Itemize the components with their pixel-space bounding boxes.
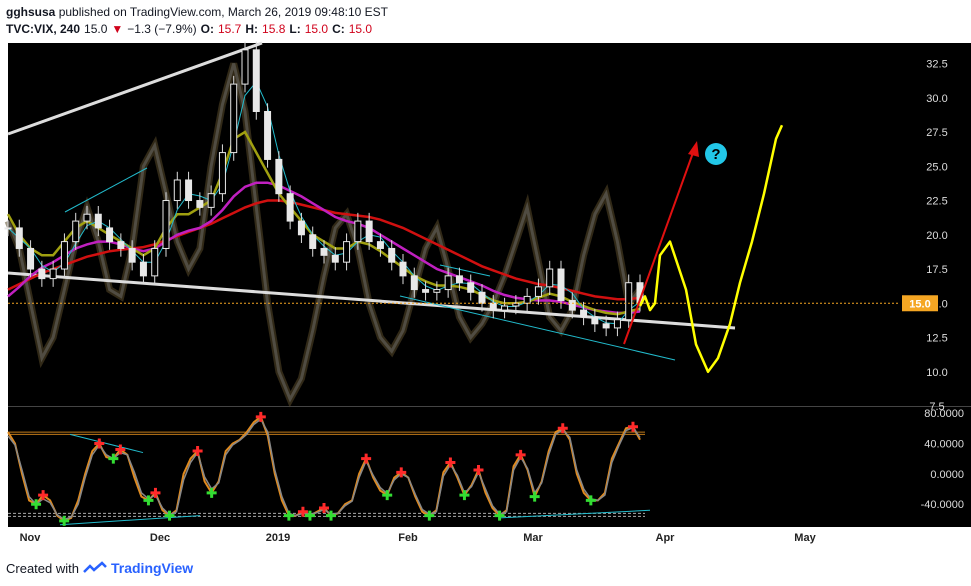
candle	[365, 220, 373, 243]
tradingview-brand[interactable]: TradingView	[111, 560, 193, 576]
time-tick-label: Feb	[398, 532, 418, 544]
question-mark-icon: ?	[711, 146, 720, 163]
oscillator-tick-label: 0.0000	[930, 469, 964, 481]
time-tick-label: Dec	[150, 532, 170, 544]
oscillator-tick-label: 80.0000	[924, 408, 964, 420]
candle	[151, 247, 159, 277]
candle	[320, 247, 328, 256]
oscillator-tick-label: -40.0000	[921, 499, 964, 511]
candle	[478, 291, 486, 304]
time-tick-label: May	[794, 532, 816, 544]
candle	[501, 305, 509, 311]
candle	[602, 323, 610, 329]
candle	[354, 220, 362, 243]
price-tick-label: 20.0	[926, 230, 947, 242]
candle	[343, 241, 351, 263]
candle	[196, 200, 204, 208]
candle	[185, 179, 193, 202]
candle	[230, 83, 238, 154]
candle	[399, 261, 407, 277]
price-tick-label: 25.0	[926, 161, 947, 173]
candle	[613, 319, 621, 329]
candle	[467, 282, 475, 293]
candle	[72, 220, 80, 243]
time-tick-label: 2019	[266, 532, 290, 544]
candle	[15, 227, 23, 249]
candle	[252, 49, 260, 112]
candle	[38, 268, 46, 280]
candle	[27, 247, 35, 270]
candle	[376, 241, 384, 249]
candle	[49, 268, 57, 280]
candle	[106, 227, 114, 243]
candle	[568, 300, 576, 311]
candle	[433, 289, 441, 293]
candle	[388, 247, 396, 263]
candle	[83, 213, 91, 222]
candle	[139, 261, 147, 277]
candle	[546, 268, 554, 288]
price-tick-label: 12.5	[926, 333, 947, 345]
candle	[444, 275, 452, 291]
candle	[207, 193, 215, 208]
created-with-label: Created with	[6, 560, 79, 576]
candle	[410, 275, 418, 291]
price-tick-label: 17.5	[926, 264, 947, 276]
price-tick-label: 22.5	[926, 196, 947, 208]
candle	[489, 302, 497, 311]
current-price-label: 15.0	[909, 298, 930, 310]
candle	[117, 241, 125, 249]
candle	[218, 152, 226, 195]
candle	[422, 289, 430, 293]
candle	[173, 179, 181, 202]
candle	[625, 282, 633, 321]
candle	[94, 213, 102, 229]
candle	[331, 254, 339, 263]
tradingview-logo-icon	[83, 561, 107, 573]
time-tick-label: Apr	[656, 532, 676, 544]
candle	[286, 193, 294, 222]
time-tick-label: Mar	[523, 532, 543, 544]
time-tick-label: Nov	[20, 532, 42, 544]
candle	[275, 158, 283, 195]
candle	[4, 227, 12, 230]
candle	[60, 241, 68, 270]
price-tick-label: 30.0	[926, 93, 947, 105]
candle	[580, 309, 588, 318]
candle	[455, 275, 463, 284]
oscillator-tick-label: 40.0000	[924, 438, 964, 450]
candle	[264, 110, 272, 160]
candle	[591, 316, 599, 325]
candle	[162, 200, 170, 249]
price-tick-label: 32.5	[926, 59, 947, 71]
candle	[297, 220, 305, 236]
candle	[523, 295, 531, 304]
vix-chart[interactable]: 32.5 30.0 27.5 25.0 22.5 20.0 17.5 15.0 12.5 10.0…	[0, 0, 971, 586]
candle	[309, 234, 317, 249]
main-pane[interactable]	[8, 43, 900, 406]
candle	[557, 268, 565, 302]
oscillator-pane[interactable]	[8, 407, 900, 527]
candle	[534, 286, 542, 297]
footer: Created with TradingView	[6, 560, 193, 576]
candle	[241, 49, 249, 85]
price-tick-label: 10.0	[926, 367, 947, 379]
candle	[128, 247, 136, 263]
price-tick-label: 27.5	[926, 127, 947, 139]
